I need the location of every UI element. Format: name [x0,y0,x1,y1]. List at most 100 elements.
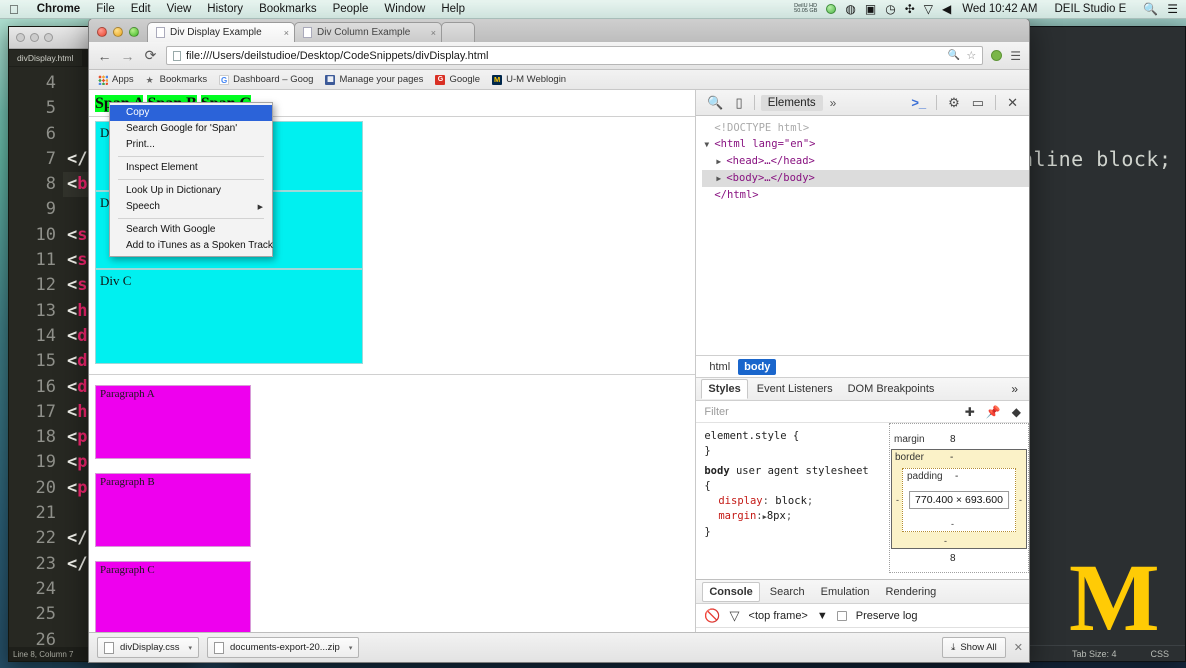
timemachine-icon[interactable]: ◷ [885,3,895,15]
box-model-content-size[interactable]: 770.400 × 693.600 [909,491,1009,509]
reload-icon[interactable]: ⟳ [143,47,158,64]
download-menu-icon[interactable]: ▾ [346,644,353,652]
bookmark-item[interactable]: ★Bookmarks [146,74,208,85]
airplay-icon[interactable]: ▣ [865,3,876,15]
apple-icon[interactable]:  [0,3,29,16]
box-model-diagram[interactable]: margin 8 8 border - padding - - - [889,423,1029,573]
extension-icon[interactable] [991,50,1002,61]
menu-edit[interactable]: Edit [123,0,159,19]
chevron-down-icon[interactable]: ▼ [817,610,828,622]
console-filter-row[interactable]: 🚫 ▽ <top frame> ▼ Preserve log [696,604,1029,628]
download-shelf[interactable]: divDisplay.css ▾ documents-export-20...z… [89,632,1030,662]
dom-tree[interactable]: <!DOCTYPE html>▼<html lang="en">▶<head>…… [696,116,1029,355]
context-menu-item[interactable]: Print... [110,137,272,153]
dock-position-icon[interactable]: ▭ [967,95,989,111]
volume-icon[interactable]: ◀ [942,3,951,15]
gear-icon[interactable]: ⚙ [943,95,965,111]
menu-window[interactable]: Window [376,0,433,19]
window-minimize-button[interactable] [113,27,123,37]
sidebar-tab-dom-breakpoints[interactable]: DOM Breakpoints [842,380,941,398]
chrome-tab-1[interactable]: Div Column Example × [294,22,442,42]
chrome-tab-0[interactable]: Div Display Example × [147,22,295,42]
new-tab-button[interactable] [441,22,475,42]
download-item-0[interactable]: divDisplay.css ▾ [97,637,199,658]
box-model-border[interactable]: border - padding - - - - 770.400 × 693.6… [891,449,1027,549]
bookmarks-bar[interactable]: Apps ★Bookmarks GDashboard – Goog ▦Manage y… [89,70,1029,90]
list-icon[interactable]: ☰ [1167,3,1178,15]
bookmark-item[interactable]: GGoogle [435,74,480,85]
expand-triangle-icon[interactable]: ▶ [716,171,726,187]
tab-close-icon[interactable]: × [282,28,289,38]
context-menu-item[interactable]: Add to iTunes as a Spoken Track [110,238,272,254]
hamburger-menu-icon[interactable]: ☰ [1010,49,1021,63]
devtools-toolbar[interactable]: 🔍 ▯ Elements » >_ ⚙ ▭ ✕ [696,90,1029,116]
chevron-more-icon[interactable]: » [1011,382,1024,396]
battery-icon[interactable] [826,4,836,14]
magnifier-inspect-icon[interactable]: 🔍 [702,95,728,111]
breadcrumb-item-body[interactable]: body [738,359,776,375]
box-model-padding[interactable]: padding - - - - 770.400 × 693.600 [902,468,1016,532]
menu-people[interactable]: People [325,0,377,19]
box-model-padding-value[interactable]: - [955,471,958,482]
bookmark-item[interactable]: MU-M Weblogin [492,74,566,85]
plus-icon[interactable]: ✚ [965,405,975,419]
omnibox-actions[interactable]: 🔍 ☆ [948,49,976,62]
download-item-1[interactable]: documents-export-20...zip ▾ [207,637,359,658]
box-model-margin-bottom[interactable]: 8 [950,553,956,564]
download-shelf-right[interactable]: ⤓ Show All ✕ [942,637,1023,658]
show-all-downloads-button[interactable]: ⤓ Show All [942,637,1006,658]
context-menu-item[interactable]: Look Up in Dictionary [110,183,272,199]
filter-input[interactable]: Filter [704,406,728,418]
funnel-filter-icon[interactable]: ▽ [730,608,740,624]
editor-zoom-dot[interactable] [44,33,53,42]
bookmark-item[interactable]: ▦Manage your pages [325,74,423,85]
download-menu-icon[interactable]: ▾ [185,644,192,652]
styles-filter-row[interactable]: Filter ✚ 📌 ◆ [696,401,1029,423]
menu-help[interactable]: Help [433,0,473,19]
close-shelf-icon[interactable]: ✕ [1014,641,1023,654]
clear-console-icon[interactable]: 🚫 [704,608,720,624]
frame-selector[interactable]: <top frame> [749,610,808,622]
address-bar[interactable]: file:///Users/deilstudioe/Desktop/CodeSn… [166,46,983,65]
styles-sidebar-tabs[interactable]: StylesEvent ListenersDOM Breakpoints» [696,377,1029,401]
context-menu-item[interactable]: Search Google for 'Span' [110,121,272,137]
sidebar-tab-event-listeners[interactable]: Event Listeners [751,380,839,398]
expand-triangle-icon[interactable]: ▶ [716,154,726,170]
tab-close-icon[interactable]: × [429,28,436,38]
menubar-status-items[interactable]: DeilU HD50.05 GB ◍ ▣ ◷ ✣ ▽ ◀ Wed 10:42 A… [794,0,1186,19]
bluetooth-icon[interactable]: ✣ [905,3,915,15]
search-icon[interactable]: 🔍 [1143,3,1158,15]
preserve-log-checkbox[interactable] [837,611,847,621]
menu-bookmarks[interactable]: Bookmarks [251,0,325,19]
context-menu-item[interactable]: Copy [110,105,272,121]
bookmark-item[interactable]: GDashboard – Goog [219,74,313,85]
rendered-page[interactable]: Span A Span B Span C Div A Div B Div C P… [89,90,696,650]
star-icon[interactable]: ☆ [966,49,976,62]
drawer-tab-search[interactable]: Search [764,583,811,601]
editor-close-dot[interactable] [16,33,25,42]
context-menu-item[interactable]: Inspect Element [110,160,272,176]
chevron-more-icon[interactable]: » [825,96,842,110]
tab-elements[interactable]: Elements [761,95,823,111]
forward-arrow-icon[interactable]: → [120,48,135,64]
window-close-button[interactable] [97,27,107,37]
back-arrow-icon[interactable]: ← [97,48,112,64]
dom-node[interactable]: <!DOCTYPE html> [702,120,1029,136]
menu-history[interactable]: History [199,0,251,19]
menu-chrome[interactable]: Chrome [29,0,88,19]
editor-minimize-dot[interactable] [30,33,39,42]
chrome-toolbar[interactable]: ← → ⟳ file:///Users/deilstudioe/Desktop/… [89,42,1029,70]
drawer-tab-rendering[interactable]: Rendering [880,583,943,601]
bookmark-item[interactable]: Apps [98,74,134,85]
breadcrumb-item-html[interactable]: html [703,359,736,375]
window-controls[interactable] [95,27,147,42]
console-prompt-icon[interactable]: >_ [907,95,930,110]
chrome-browser-window[interactable]: Div Display Example × Div Column Example… [88,18,1030,663]
wifi-icon[interactable]: ▽ [924,3,933,15]
dom-node[interactable]: ▶<body>…</body> [702,170,1029,187]
box-model-border-value[interactable]: - [950,452,953,463]
macos-menubar[interactable]:  Chrome File Edit View History Bookmark… [0,0,1186,19]
box-model-margin-top[interactable]: 8 [950,434,956,445]
devtools-toolbar-right[interactable]: >_ ⚙ ▭ ✕ [907,95,1023,111]
element-state-icon[interactable]: ◆ [1012,405,1021,419]
